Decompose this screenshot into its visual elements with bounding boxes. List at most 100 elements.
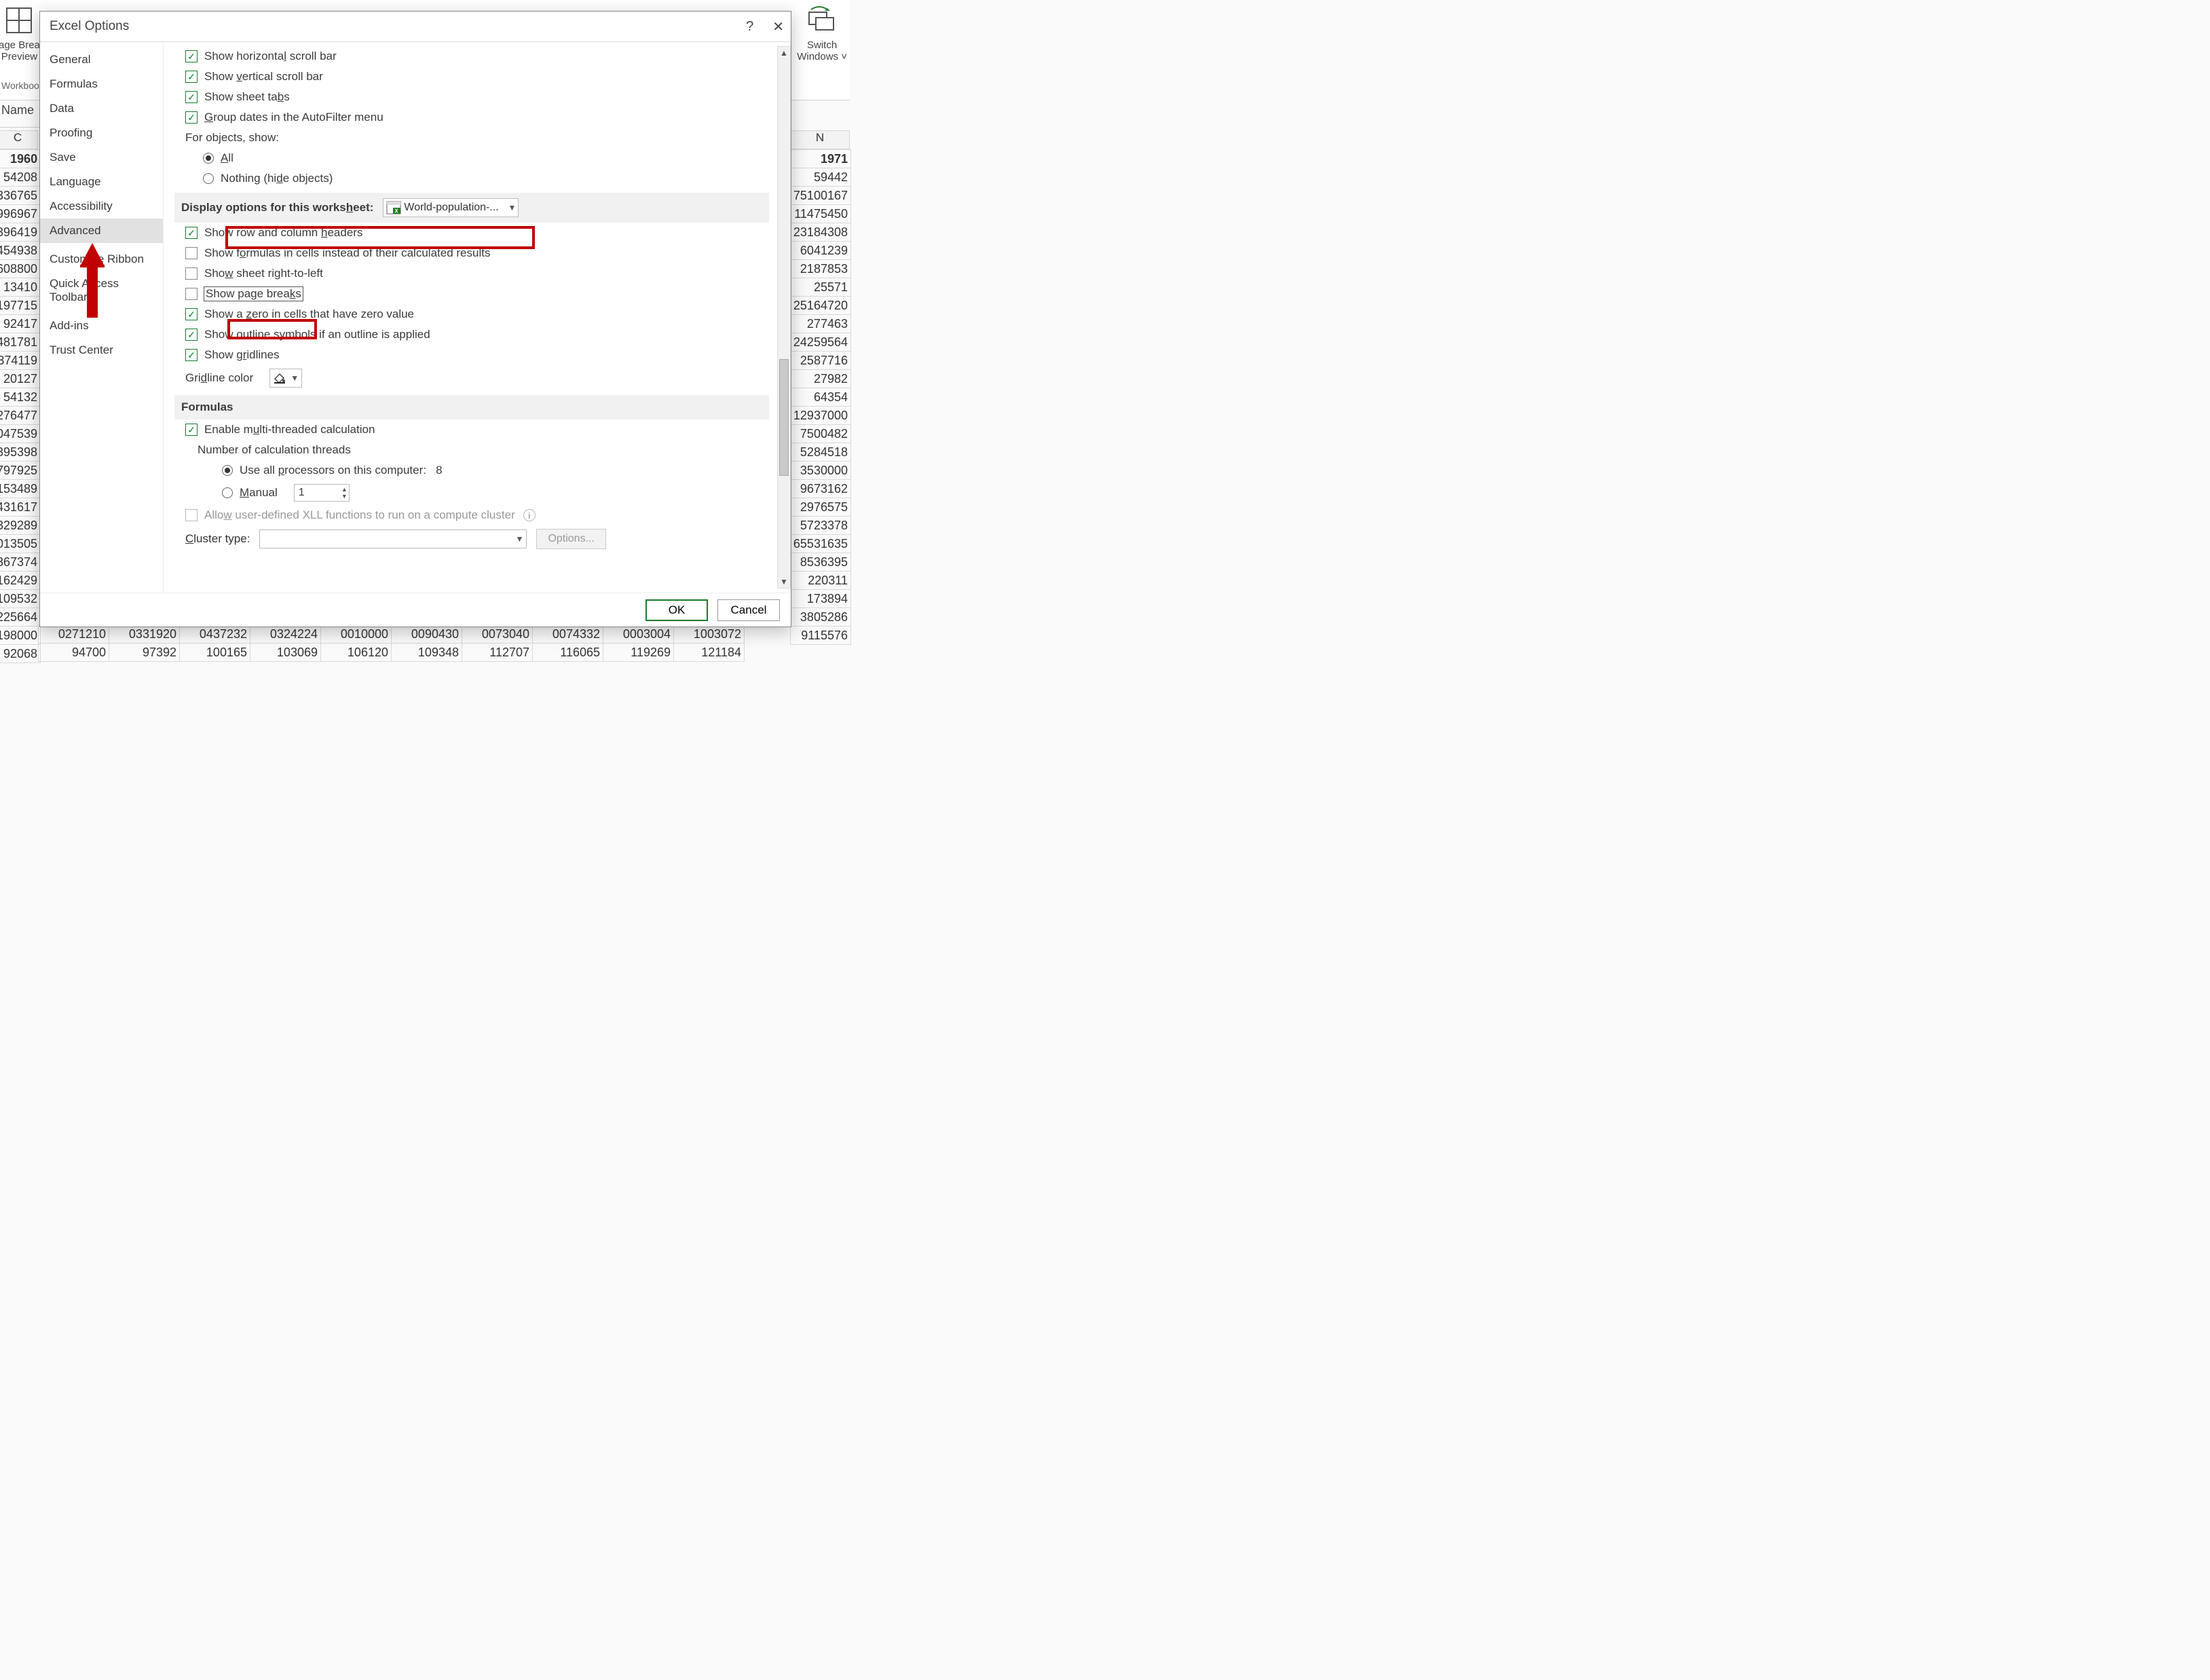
opt-show-outline[interactable]: ✓ Show outline symbols if an outline is … (174, 324, 769, 345)
chevron-up-icon: ▲ (341, 486, 348, 493)
opt-label: Gridline color (185, 371, 253, 385)
sidebar-item-customize-ribbon[interactable]: Customize Ribbon (40, 247, 163, 272)
opt-label: Show sheet tabs (204, 90, 290, 104)
cancel-button[interactable]: Cancel (717, 599, 780, 621)
manual-spinner[interactable]: 1 ▲▼ (294, 484, 350, 502)
opt-all-processors[interactable]: Use all processors on this computer: 8 (174, 460, 769, 481)
opt-show-formulas[interactable]: ✓ Show formulas in cells instead of thei… (174, 243, 769, 263)
ribbon-group-label-workbook: Workboo (1, 80, 39, 91)
opt-label: All (221, 151, 233, 165)
opt-group-dates[interactable]: ✓ Group dates in the AutoFilter menu (174, 107, 769, 128)
help-button[interactable]: ? (746, 19, 753, 35)
opt-objects-nothing[interactable]: Nothing (hide objects) (174, 168, 769, 189)
page-break-preview-button[interactable]: age BreaPreview (0, 5, 40, 63)
opt-show-h-scroll[interactable]: ✓ Show horizontal scroll bar (174, 46, 769, 67)
sidebar-item-trust-center[interactable]: Trust Center (40, 338, 163, 362)
section-heading: Display options for this worksheet: (181, 201, 373, 214)
opt-show-page-breaks[interactable]: ✓ Show page breaks (174, 284, 769, 304)
sidebar-item-advanced[interactable]: Advanced (40, 219, 163, 243)
radio-icon (203, 173, 214, 184)
opt-show-gridlines[interactable]: ✓ Show gridlines (174, 345, 769, 365)
section-formulas: Formulas (174, 395, 769, 419)
worksheet-select[interactable]: X World-population-... ▼ (383, 198, 519, 217)
sidebar-item-save[interactable]: Save (40, 145, 163, 170)
options-sidebar: GeneralFormulasDataProofingSaveLanguageA… (40, 42, 164, 593)
chevron-down-icon: ▼ (341, 493, 348, 500)
opt-label: Show outline symbols if an outline is ap… (204, 328, 430, 341)
scroll-down-arrow[interactable]: ▼ (779, 577, 789, 586)
gridline-color-picker[interactable]: ▼ (269, 369, 302, 388)
sidebar-item-add-ins[interactable]: Add-ins (40, 314, 163, 338)
cluster-type-select[interactable]: ▼ (259, 529, 527, 548)
opt-label: Group dates in the AutoFilter menu (204, 111, 383, 124)
cluster-type-label: Cluster type: (185, 532, 250, 546)
cells-bottom[interactable]: 0271210033192004372320324224001000000904… (38, 624, 850, 662)
switch-windows-label-2: Windows ˅ (797, 51, 847, 62)
close-button[interactable]: ✕ (772, 18, 784, 35)
opt-show-row-col-headers[interactable]: ✓ Show row and column headers (174, 223, 769, 243)
sidebar-item-language[interactable]: Language (40, 170, 163, 194)
switch-windows-label-1: Switch (807, 39, 837, 51)
checkbox-icon: ✓ (185, 349, 198, 361)
opt-objects-all[interactable]: All (174, 148, 769, 168)
sidebar-item-accessibility[interactable]: Accessibility (40, 194, 163, 219)
opt-label: Show gridlines (204, 348, 280, 362)
opt-xll-cluster: ✓ Allow user-defined XLL functions to ru… (174, 505, 769, 525)
scroll-thumb[interactable] (779, 359, 789, 476)
checkbox-icon: ✓ (185, 111, 198, 124)
cluster-options-button: Options... (536, 529, 605, 549)
sidebar-item-proofing[interactable]: Proofing (40, 121, 163, 145)
chevron-down-icon: ˅ (841, 51, 847, 62)
section-worksheet-display: Display options for this worksheet: X Wo… (174, 193, 769, 223)
ok-button[interactable]: OK (645, 599, 708, 621)
vertical-scrollbar[interactable]: ▲ ▼ (777, 46, 791, 589)
opt-multithread[interactable]: ✓ Enable multi-threaded calculation (174, 419, 769, 440)
spinner-arrows[interactable]: ▲▼ (340, 486, 349, 500)
opt-sheet-rtl[interactable]: ✓ Show sheet right-to-left (174, 263, 769, 284)
switch-windows-button[interactable]: SwitchWindows ˅ (797, 5, 847, 63)
page-break-label-1: age Brea (0, 39, 40, 51)
opt-manual-threads[interactable]: Manual 1 ▲▼ (174, 481, 769, 505)
sidebar-item-general[interactable]: General (40, 48, 163, 72)
opt-gridline-color: Gridline color ▼ (174, 365, 769, 391)
opt-show-v-scroll[interactable]: ✓ Show vertical scroll bar (174, 67, 769, 87)
column-header-c[interactable]: C (0, 130, 38, 149)
radio-icon (222, 487, 233, 498)
scroll-up-arrow[interactable]: ▲ (779, 48, 789, 58)
checkbox-icon: ✓ (185, 227, 198, 239)
sheet-icon: X (386, 201, 401, 214)
sidebar-item-data[interactable]: Data (40, 96, 163, 121)
opt-label: Show vertical scroll bar (204, 70, 323, 83)
cells-left[interactable]: 1960542083367659969673964194549386088001… (0, 149, 41, 663)
checkbox-icon: ✓ (185, 424, 198, 436)
opt-show-zero[interactable]: ✓ Show a zero in cells that have zero va… (174, 304, 769, 324)
opt-label: For objects, show: (185, 131, 279, 145)
sidebar-item-formulas[interactable]: Formulas (40, 72, 163, 96)
cells-right[interactable]: 1971594427510016711475450231843086041239… (790, 149, 851, 645)
svg-text:X: X (395, 208, 399, 214)
column-header-n[interactable]: N (790, 130, 850, 149)
checkbox-icon: ✓ (185, 288, 198, 300)
opt-label: Allow user-defined XLL functions to run … (204, 508, 515, 522)
cluster-type-row: Cluster type: ▼ Options... (174, 525, 769, 553)
threads-label: Number of calculation threads (174, 440, 769, 460)
opt-label: Show formulas in cells instead of their … (204, 246, 490, 260)
checkbox-icon: ✓ (185, 71, 198, 83)
checkbox-icon: ✓ (185, 91, 198, 103)
radio-icon (203, 153, 214, 164)
dialog-title: Excel Options (50, 19, 129, 34)
for-objects-label: For objects, show: (174, 128, 769, 148)
checkbox-icon: ✓ (185, 329, 198, 341)
chevron-down-icon: ▼ (516, 534, 524, 544)
opt-label: Show sheet right-to-left (204, 267, 323, 280)
opt-label: Enable multi-threaded calculation (204, 423, 375, 436)
opt-label: Show horizontal scroll bar (204, 50, 337, 63)
processor-count: 8 (436, 464, 442, 477)
chevron-down-icon: ▼ (506, 203, 518, 212)
opt-show-sheet-tabs[interactable]: ✓ Show sheet tabs (174, 87, 769, 107)
name-box-label: Name (0, 103, 39, 128)
info-icon[interactable]: i (523, 509, 536, 521)
sidebar-item-quick-access-toolbar[interactable]: Quick Access Toolbar (40, 272, 163, 310)
checkbox-icon: ✓ (185, 308, 198, 320)
checkbox-icon: ✓ (185, 50, 198, 62)
